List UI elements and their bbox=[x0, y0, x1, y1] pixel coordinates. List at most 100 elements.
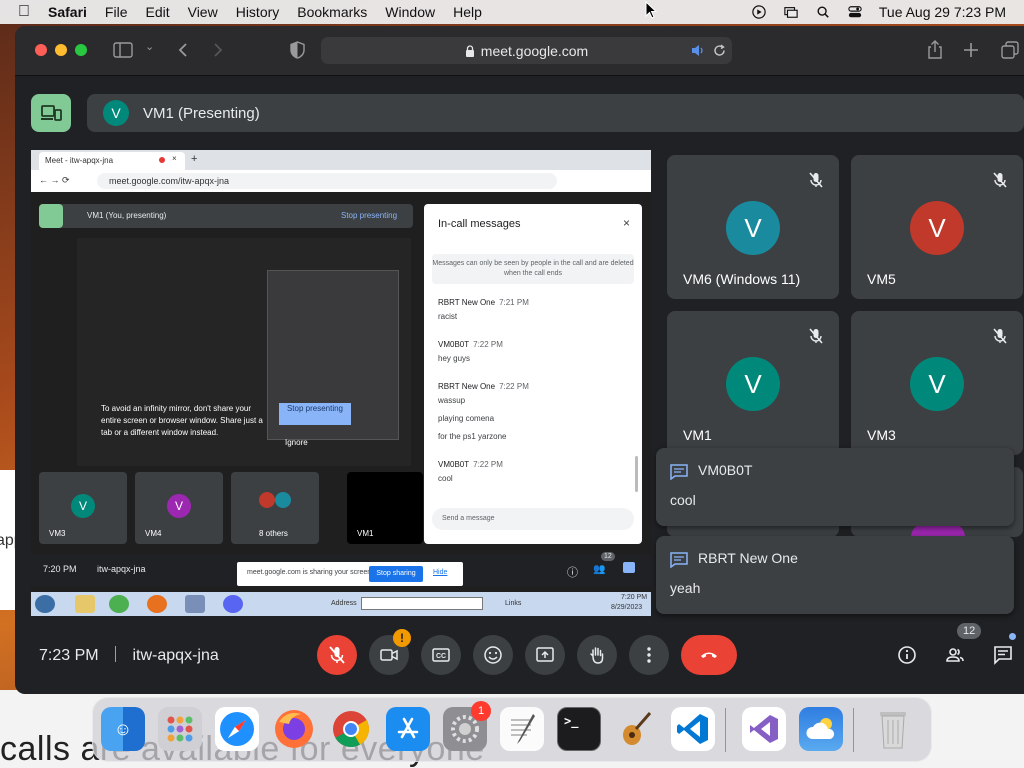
message-sender: VM0B0T bbox=[438, 460, 470, 469]
visual-studio-icon[interactable] bbox=[742, 707, 786, 751]
guitar-icon bbox=[623, 712, 652, 745]
menu-window[interactable]: Window bbox=[385, 4, 435, 20]
menu-bookmarks[interactable]: Bookmarks bbox=[297, 4, 367, 20]
presenting-banner[interactable]: V VM1 (Presenting) bbox=[87, 94, 1024, 132]
reload-icon[interactable] bbox=[713, 44, 726, 57]
safari-icon[interactable] bbox=[215, 707, 259, 751]
launchpad-grid-icon bbox=[167, 716, 193, 742]
safari-window: ⌄ meet.google.com V VM1 (Presenting) Mee… bbox=[15, 26, 1024, 694]
participant-tile-vm5[interactable]: V VM5 bbox=[851, 155, 1023, 299]
message-text: wassup bbox=[438, 396, 466, 405]
menu-view[interactable]: View bbox=[188, 4, 218, 20]
message-time: 7:22 PM bbox=[473, 460, 503, 469]
firefox-taskbar-icon bbox=[147, 595, 167, 613]
others-avatar bbox=[275, 492, 291, 508]
privacy-shield-icon[interactable] bbox=[290, 41, 305, 59]
meeting-code: itw-apqx-jna bbox=[132, 647, 219, 664]
shared-tile-others: 8 others bbox=[231, 472, 319, 544]
trash-can-icon bbox=[880, 712, 906, 749]
shared-present-icon bbox=[39, 204, 63, 228]
apple-menu-icon[interactable]:  bbox=[18, 3, 30, 21]
participant-tile-vm1[interactable]: V VM1 bbox=[667, 311, 839, 455]
dock-separator bbox=[725, 708, 726, 752]
menu-file[interactable]: File bbox=[105, 4, 128, 20]
participant-tile-vm3[interactable]: V VM3 bbox=[851, 311, 1023, 455]
chat-toast[interactable]: RBRT New One yeah bbox=[656, 536, 1014, 614]
present-to-all-button[interactable] bbox=[31, 94, 71, 132]
forward-arrow-icon[interactable] bbox=[212, 42, 224, 58]
participant-name: VM6 (Windows 11) bbox=[683, 271, 801, 287]
dock-separator bbox=[853, 708, 854, 752]
dock: ☺ 1 >_ bbox=[92, 697, 932, 762]
visual-studio-logo-icon bbox=[750, 715, 778, 743]
chevron-down-icon[interactable]: ⌄ bbox=[145, 40, 154, 53]
garageband-icon[interactable] bbox=[614, 707, 658, 751]
taskbar-date: 8/29/2023 bbox=[611, 604, 643, 611]
launchpad-icon[interactable] bbox=[158, 707, 202, 751]
trash-icon[interactable] bbox=[871, 707, 915, 751]
windows-start-icon bbox=[35, 595, 55, 613]
menu-edit[interactable]: Edit bbox=[145, 4, 169, 20]
mouse-cursor-icon bbox=[645, 1, 657, 19]
shared-tile-label: VM4 bbox=[145, 529, 162, 538]
menu-help[interactable]: Help bbox=[453, 4, 482, 20]
raise-hand-button[interactable] bbox=[577, 635, 617, 675]
camera-toggle-button[interactable]: ! bbox=[369, 629, 411, 675]
screen-mirroring-icon[interactable] bbox=[783, 5, 799, 19]
play-icon[interactable] bbox=[751, 5, 767, 19]
tab-overview-icon[interactable] bbox=[1001, 41, 1019, 59]
shared-url: meet.google.com/itw-apqx-jna bbox=[109, 176, 230, 186]
vscode-logo-icon bbox=[677, 714, 708, 744]
meeting-details-button[interactable] bbox=[887, 635, 927, 675]
message-sender: RBRT New One bbox=[438, 298, 496, 307]
taskbar-time: 7:20 PM bbox=[621, 594, 648, 601]
document-pen-icon bbox=[511, 714, 535, 744]
weather-icon[interactable] bbox=[799, 707, 843, 751]
back-arrow-icon[interactable] bbox=[177, 42, 189, 58]
in-call-title: In-call messages bbox=[438, 218, 521, 230]
menubar-clock[interactable]: Tue Aug 29 7:23 PM bbox=[879, 4, 1006, 20]
search-icon[interactable] bbox=[815, 5, 831, 19]
captions-button[interactable]: CC bbox=[421, 635, 461, 675]
share-icon[interactable] bbox=[927, 40, 943, 60]
people-button[interactable]: 12 bbox=[935, 623, 982, 675]
presenter-avatar: V bbox=[103, 100, 129, 126]
app-menu[interactable]: Safari bbox=[48, 4, 87, 20]
terminal-icon[interactable]: >_ bbox=[557, 707, 601, 751]
network-taskbar-icon bbox=[185, 595, 205, 613]
zoom-window-button[interactable] bbox=[75, 44, 87, 56]
message-time: 7:21 PM bbox=[499, 298, 529, 307]
textedit-icon[interactable] bbox=[500, 707, 544, 751]
app-store-icon[interactable] bbox=[386, 707, 430, 751]
present-now-button[interactable] bbox=[525, 635, 565, 675]
in-call-scrollbar bbox=[635, 456, 638, 492]
address-bar[interactable]: meet.google.com bbox=[321, 37, 732, 64]
leave-call-button[interactable] bbox=[681, 635, 737, 675]
finder-icon[interactable]: ☺ bbox=[101, 707, 145, 751]
chat-button[interactable] bbox=[983, 633, 1023, 675]
taskbar-links: Links bbox=[505, 600, 522, 607]
new-tab-icon[interactable] bbox=[963, 42, 979, 58]
recording-dot-icon bbox=[159, 157, 165, 163]
chat-toast[interactable]: VM0B0T cool bbox=[656, 448, 1014, 526]
svg-text:CC: CC bbox=[436, 653, 446, 660]
minimize-window-button[interactable] bbox=[55, 44, 67, 56]
in-call-message: RBRT New One 7:21 PM racist bbox=[438, 298, 529, 321]
menu-history[interactable]: History bbox=[236, 4, 280, 20]
current-time: 7:23 PM bbox=[39, 647, 99, 664]
system-settings-icon[interactable]: 1 bbox=[443, 701, 491, 751]
speaker-icon[interactable] bbox=[691, 44, 705, 57]
chrome-icon[interactable] bbox=[329, 707, 373, 751]
participant-avatar: V bbox=[726, 357, 780, 411]
shared-people-count: 12 bbox=[601, 552, 615, 561]
control-center-icon[interactable] bbox=[847, 5, 863, 19]
close-window-button[interactable] bbox=[35, 44, 47, 56]
more-options-button[interactable] bbox=[629, 635, 669, 675]
reactions-button[interactable] bbox=[473, 635, 513, 675]
sidebar-icon[interactable] bbox=[113, 42, 133, 58]
discord-taskbar-icon bbox=[223, 595, 243, 613]
mic-toggle-button[interactable] bbox=[317, 635, 357, 675]
participant-tile-vm6[interactable]: V VM6 (Windows 11) bbox=[667, 155, 839, 299]
vscode-icon[interactable] bbox=[671, 707, 715, 751]
firefox-icon[interactable] bbox=[272, 707, 316, 751]
